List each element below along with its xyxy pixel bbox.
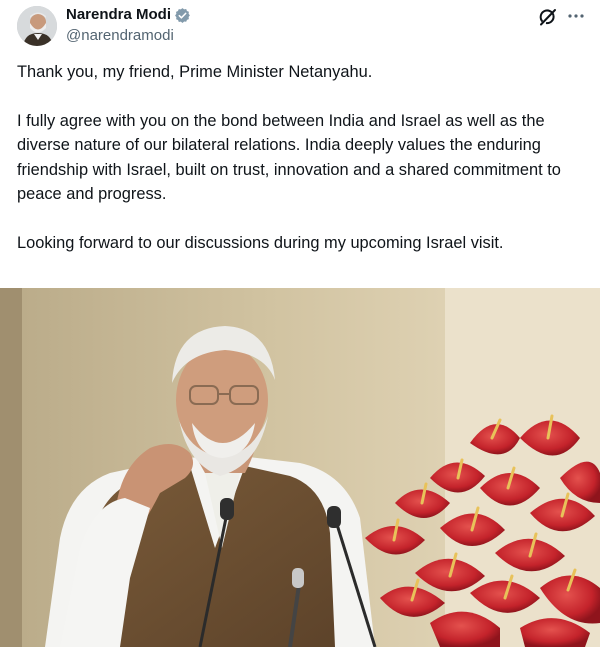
author-avatar[interactable]	[17, 6, 57, 46]
verified-badge-icon	[174, 7, 191, 24]
author-display-name[interactable]: Narendra Modi	[66, 5, 191, 25]
post-text: Thank you, my friend, Prime Minister Net…	[17, 60, 587, 279]
grok-icon[interactable]	[538, 7, 558, 27]
post-paragraph: I fully agree with you on the bond betwe…	[17, 111, 561, 204]
display-name-text[interactable]: Narendra Modi	[66, 5, 171, 25]
avatar-image	[17, 6, 57, 46]
post-photo[interactable]	[0, 288, 600, 647]
speech-photo-illustration	[0, 288, 600, 647]
divider	[0, 270, 600, 288]
post-paragraph: Thank you, my friend, Prime Minister Net…	[17, 63, 373, 81]
more-icon[interactable]	[567, 6, 585, 26]
author-handle[interactable]: @narendramodi	[66, 27, 174, 45]
post-card: Narendra Modi @narendramodi Thank you, m…	[0, 0, 600, 270]
post-paragraph: Looking forward to our discussions durin…	[17, 233, 504, 252]
